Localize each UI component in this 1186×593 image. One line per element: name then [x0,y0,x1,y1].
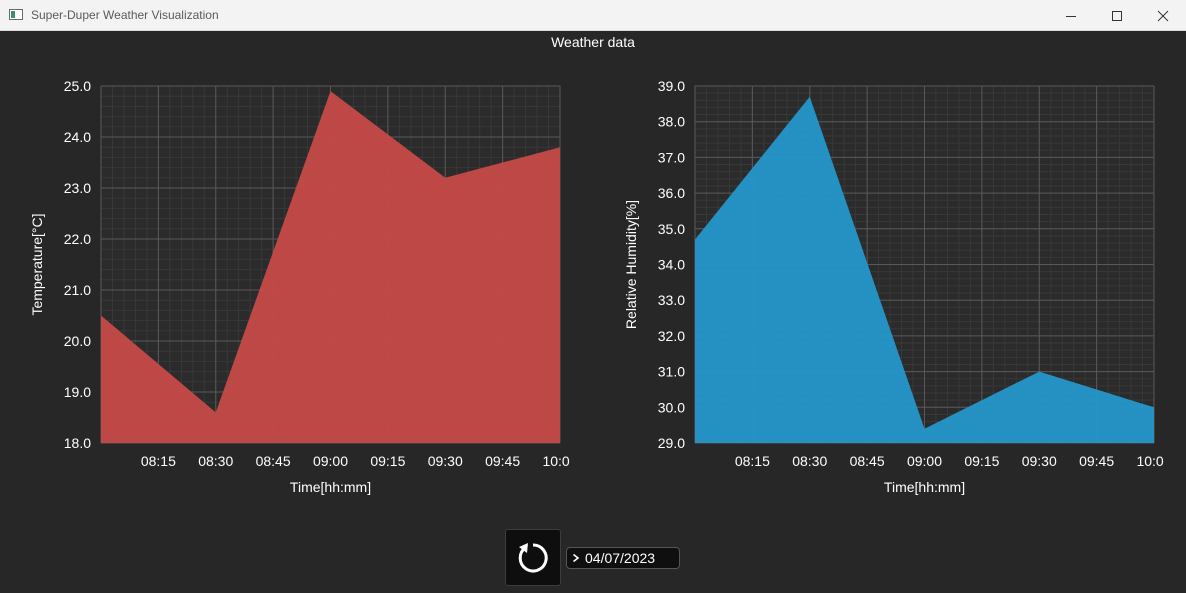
x-tick-label: 08:45 [256,453,291,469]
y-tick-label: 18.0 [64,435,91,451]
chevron-right-icon[interactable] [572,553,580,563]
humidity-chart: 29.0 30.0 31.0 32.0 33.0 34.0 35.0 36.0 37.0 38.0… [623,78,1164,495]
minimize-icon [1066,15,1076,17]
maximize-icon [1112,10,1122,21]
y-tick-label: 29.0 [658,435,685,451]
x-tick-label: 08:45 [850,453,885,469]
y-tick-label: 31.0 [658,364,685,380]
refresh-button[interactable] [505,529,561,586]
date-picker[interactable]: 04/07/2023 [566,547,680,569]
y-axis-label: Relative Humidity[%] [623,200,639,329]
x-tick-label: 09:30 [1022,453,1057,469]
y-tick-label: 38.0 [658,114,685,130]
x-tick-label: 09:45 [485,453,520,469]
y-tick-label: 24.0 [64,129,91,145]
window-title: Super-Duper Weather Visualization [31,8,219,22]
y-tick-label: 32.0 [658,328,685,344]
close-button[interactable] [1140,0,1186,31]
y-tick-label: 34.0 [658,257,685,273]
x-tick-label: 10:00 [1136,453,1164,469]
x-axis-label: Time[hh:mm] [290,479,371,495]
close-icon [1157,10,1169,21]
y-tick-label: 30.0 [658,399,685,415]
app-window-icon [9,9,23,20]
x-tick-label: 09:45 [1079,453,1114,469]
y-tick-label: 33.0 [658,292,685,308]
x-tick-label: 09:15 [370,453,405,469]
x-tick-label: 08:15 [735,453,770,469]
x-tick-label: 08:30 [198,453,233,469]
x-tick-label: 08:30 [792,453,827,469]
y-tick-label: 39.0 [658,78,685,94]
y-tick-label: 19.0 [64,384,91,400]
maximize-button[interactable] [1094,0,1140,31]
y-axis-label: Temperature[°C] [29,213,45,315]
x-tick-label: 09:00 [907,453,942,469]
minimize-button[interactable] [1048,0,1094,31]
date-value: 04/07/2023 [585,550,656,566]
title-bar: Super-Duper Weather Visualization [0,0,1186,31]
x-tick-label: 10:00 [542,453,570,469]
y-tick-label: 25.0 [64,78,91,94]
y-tick-label: 23.0 [64,180,91,196]
temperature-chart: 18.0 19.0 20.0 21.0 22.0 23.0 24.0 25.0 08:15 08:… [29,78,570,495]
y-tick-label: 20.0 [64,333,91,349]
y-tick-label: 35.0 [658,221,685,237]
x-tick-label: 09:15 [964,453,999,469]
y-tick-label: 22.0 [64,231,91,247]
y-tick-label: 37.0 [658,149,685,165]
x-tick-label: 09:00 [313,453,348,469]
refresh-icon [518,542,548,572]
y-tick-label: 36.0 [658,185,685,201]
x-tick-label: 08:15 [141,453,176,469]
x-tick-label: 09:30 [428,453,463,469]
y-tick-label: 21.0 [64,282,91,298]
page-title: Weather data [551,34,635,50]
x-axis-label: Time[hh:mm] [884,479,965,495]
